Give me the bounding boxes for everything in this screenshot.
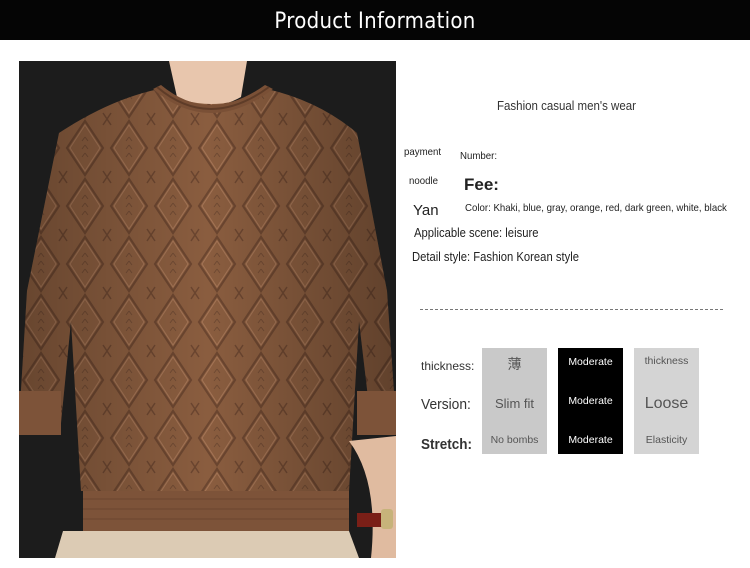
attribute-column-moderate: Moderate Moderate Moderate	[558, 348, 623, 454]
loose-option: Loose	[644, 395, 689, 412]
slim-fit-option: Slim fit	[495, 396, 534, 411]
fee-label: Fee:	[464, 175, 499, 194]
thickness-row-label: thickness:	[421, 359, 475, 373]
attribute-column-thin: 薄 Slim fit No bombs	[482, 348, 547, 454]
stretch-row-label: Stretch:	[421, 436, 473, 453]
color-line: Color: Khaki, blue, gray, orange, red, d…	[465, 202, 727, 214]
style-line: Detail style: Fashion Korean style	[412, 250, 579, 264]
moderate-thickness-option: Moderate	[568, 356, 613, 368]
page-title: Product Information	[274, 9, 476, 34]
version-row-label: Version:	[421, 396, 471, 413]
number-label: Number:	[460, 150, 498, 162]
moderate-version-option: Moderate	[568, 395, 613, 407]
divider	[420, 309, 723, 310]
elasticity-option: Elasticity	[645, 434, 688, 446]
moderate-stretch-option: Moderate	[568, 434, 613, 446]
product-tagline: Fashion casual men's wear	[497, 99, 636, 113]
payment-label: payment	[404, 146, 442, 158]
yan-label: Yan	[413, 202, 439, 219]
header-bar: Product Information	[0, 0, 750, 40]
noodle-label: noodle	[409, 175, 439, 187]
product-photo	[19, 61, 396, 558]
no-bombs-option: No bombs	[490, 434, 539, 446]
scene-line: Applicable scene: leisure	[414, 226, 539, 240]
thin-option: 薄	[507, 356, 522, 372]
thickness-option: thickness	[644, 355, 689, 367]
attribute-column-thick: thickness Loose Elasticity	[634, 348, 699, 454]
